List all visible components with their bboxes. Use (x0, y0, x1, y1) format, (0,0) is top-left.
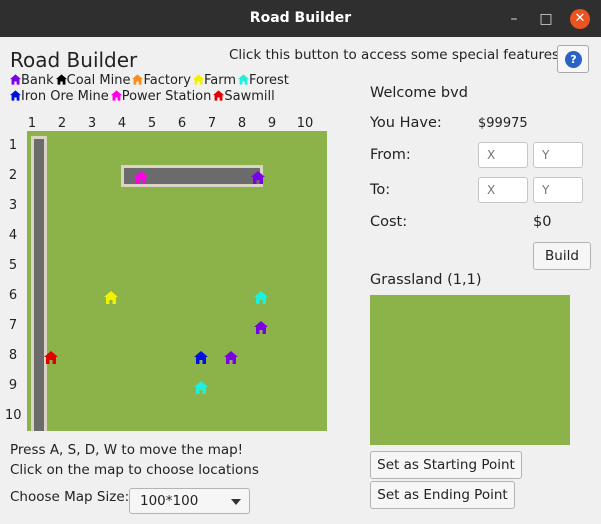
legend-item: Coal Mine (55, 73, 131, 88)
legend-label: Sawmill (224, 89, 275, 104)
house-icon (110, 90, 122, 101)
legend-label: Power Station (121, 89, 212, 104)
row-number: 1 (8, 138, 18, 153)
column-number: 6 (177, 116, 187, 131)
special-features-hint: Click this button to access some special… (229, 47, 565, 63)
cost-label: Cost: (370, 214, 408, 230)
legend-label: Coal Mine (66, 73, 131, 88)
legend-row-1: Bank Coal Mine Factory Farm Forest (10, 73, 291, 88)
instruction-move: Press A, S, D, W to move the map! (10, 442, 244, 458)
column-number: 7 (207, 116, 217, 131)
map-size-select[interactable]: 100*100 (129, 488, 250, 514)
house-icon (55, 74, 67, 85)
legend-label: Forest (249, 73, 289, 88)
house-icon[interactable] (194, 379, 208, 394)
house-icon[interactable] (44, 349, 58, 364)
row-number: 6 (8, 288, 18, 303)
house-icon (192, 74, 204, 85)
house-icon[interactable] (134, 169, 148, 184)
from-label: From: (370, 147, 411, 163)
from-x-input[interactable] (478, 142, 528, 168)
column-number: 8 (237, 116, 247, 131)
legend-item: Farm (192, 73, 236, 88)
map-size-value: 100*100 (140, 493, 199, 509)
legend-label: Factory (143, 73, 191, 88)
instruction-click: Click on the map to choose locations (10, 462, 259, 478)
row-number: 3 (8, 198, 18, 213)
help-icon: ? (565, 51, 582, 68)
legend-label: Farm (203, 73, 236, 88)
column-number: 2 (57, 116, 67, 131)
row-number: 5 (8, 258, 18, 273)
app-title: Road Builder (10, 48, 138, 72)
legend-label: Bank (21, 73, 54, 88)
row-number: 4 (8, 228, 18, 243)
map-size-label: Choose Map Size: (10, 489, 130, 505)
set-ending-point-button[interactable]: Set as Ending Point (370, 481, 515, 509)
minimize-button[interactable]: – (504, 9, 524, 29)
column-number: 9 (267, 116, 277, 131)
build-button[interactable]: Build (533, 242, 591, 270)
tile-info: Grassland (1,1) (370, 272, 482, 288)
row-number: 9 (8, 378, 18, 393)
house-icon[interactable] (194, 349, 208, 364)
you-have-label: You Have: (370, 115, 442, 131)
help-button[interactable]: ? (557, 45, 589, 73)
column-number: 3 (87, 116, 97, 131)
house-icon (132, 74, 144, 85)
to-y-input[interactable] (533, 177, 583, 203)
window-titlebar: Road Builder – □ ✕ (0, 0, 601, 37)
legend-row-2: Iron Ore Mine Power Station Sawmill (10, 89, 277, 104)
legend-item: Bank (10, 73, 54, 88)
house-icon[interactable] (104, 289, 118, 304)
legend-item: Sawmill (213, 89, 275, 104)
chevron-down-icon (231, 499, 241, 505)
legend-item: Iron Ore Mine (10, 89, 109, 104)
road-vertical (31, 136, 47, 431)
column-number: 1 (27, 116, 37, 131)
close-button[interactable]: ✕ (570, 9, 590, 29)
tile-preview (370, 295, 570, 445)
row-number: 8 (8, 348, 18, 363)
column-number: 5 (147, 116, 157, 131)
row-number: 2 (8, 168, 18, 183)
house-icon[interactable] (251, 169, 265, 184)
welcome-text: Welcome bvd (370, 85, 468, 101)
house-icon[interactable] (254, 319, 268, 334)
cost-value: $0 (533, 214, 552, 230)
legend-item: Forest (238, 73, 289, 88)
house-icon (10, 74, 21, 85)
set-starting-point-button[interactable]: Set as Starting Point (370, 451, 522, 479)
house-icon[interactable] (254, 289, 268, 304)
column-number: 10 (296, 116, 314, 131)
legend-label: Iron Ore Mine (21, 89, 109, 104)
from-y-input[interactable] (533, 142, 583, 168)
row-number: 10 (5, 408, 22, 423)
to-label: To: (370, 182, 391, 198)
legend-item: Power Station (110, 89, 212, 104)
money-value: $99975 (478, 116, 528, 131)
legend-item: Factory (132, 73, 191, 88)
column-number: 4 (117, 116, 127, 131)
house-icon (238, 74, 249, 85)
house-icon (10, 90, 21, 101)
house-icon[interactable] (224, 349, 238, 364)
maximize-button[interactable]: □ (536, 9, 556, 29)
row-number: 7 (8, 318, 18, 333)
to-x-input[interactable] (478, 177, 528, 203)
house-icon (213, 90, 225, 101)
game-map[interactable] (27, 131, 327, 431)
